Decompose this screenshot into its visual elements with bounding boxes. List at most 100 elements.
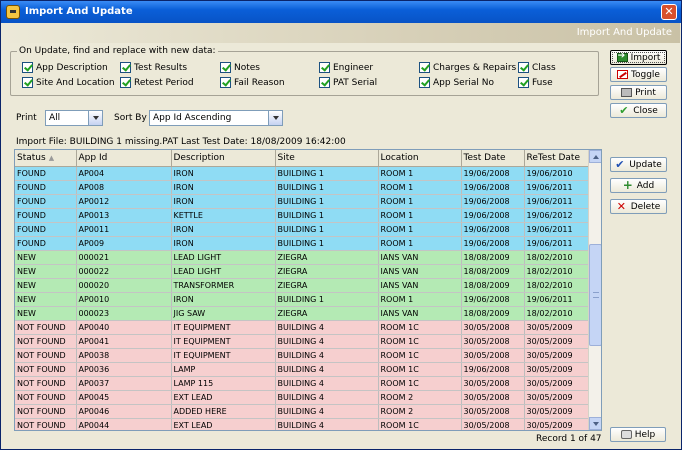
cell-test-date[interactable]: 30/05/2008 [461,418,525,430]
cell-description[interactable]: IT EQUIPMENT [171,334,276,349]
cell-test-date[interactable]: 19/06/2008 [461,208,525,223]
cell-site[interactable]: BUILDING 4 [275,390,379,405]
cell-retest-date[interactable]: 19/06/2012 [524,208,590,223]
cell-retest-date[interactable]: 18/02/2010 [524,278,590,293]
column-header-status[interactable]: Status ▲ [15,150,77,167]
cell-location[interactable]: ROOM 1 [378,208,462,223]
cell-site[interactable]: BUILDING 4 [275,418,379,430]
checkbox-checked-icon[interactable] [220,77,231,88]
cell-description[interactable]: LEAD LIGHT [171,250,276,265]
cell-retest-date[interactable]: 19/06/2011 [524,222,590,237]
cell-app-id[interactable]: AP004 [76,166,172,181]
cell-location[interactable]: IANS VAN [378,278,462,293]
cell-app-id[interactable]: AP0045 [76,390,172,405]
cell-test-date[interactable]: 30/05/2008 [461,376,525,391]
column-header-app-id[interactable]: App Id [76,150,172,167]
cell-test-date[interactable]: 19/06/2008 [461,194,525,209]
cell-site[interactable]: BUILDING 1 [275,292,379,307]
cell-description[interactable]: TRANSFORMER [171,278,276,293]
chevron-down-icon[interactable] [268,111,282,125]
cell-description[interactable]: LEAD LIGHT [171,264,276,279]
cell-location[interactable]: IANS VAN [378,250,462,265]
cell-description[interactable]: ADDED HERE [171,404,276,419]
cell-status[interactable]: NEW [15,250,77,265]
scroll-down-button[interactable] [589,417,601,430]
cell-status[interactable]: NEW [15,292,77,307]
cell-status[interactable]: NOT FOUND [15,404,77,419]
cell-location[interactable]: ROOM 2 [378,390,462,405]
cell-site[interactable]: ZIEGRA [275,306,379,321]
table-row[interactable]: FOUND AP0013 KETTLE BUILDING 1 ROOM 1 19/06/2… [15,208,590,223]
cell-description[interactable]: IRON [171,292,276,307]
checkbox-retest-period[interactable]: Retest Period [120,77,194,88]
cell-location[interactable]: ROOM 1 [378,166,462,181]
cell-retest-date[interactable]: 30/05/2009 [524,376,590,391]
cell-location[interactable]: IANS VAN [378,306,462,321]
checkbox-fuse[interactable]: Fuse [518,77,553,88]
cell-app-id[interactable]: AP0041 [76,334,172,349]
table-row[interactable]: NOT FOUND AP0038 IT EQUIPMENT BUILDING 4 ROO… [15,348,590,363]
cell-description[interactable]: KETTLE [171,208,276,223]
table-row[interactable]: NEW 000023 JIG SAW ZIEGRA IANS VAN 18/08/2009… [15,306,590,321]
cell-site[interactable]: ZIEGRA [275,264,379,279]
cell-test-date[interactable]: 19/06/2008 [461,180,525,195]
checkbox-checked-icon[interactable] [120,62,131,73]
cell-description[interactable]: LAMP 115 [171,376,276,391]
cell-test-date[interactable]: 18/08/2009 [461,250,525,265]
table-row[interactable]: FOUND AP008 IRON BUILDING 1 ROOM 1 19/06/2008… [15,180,590,195]
cell-app-id[interactable]: AP0011 [76,222,172,237]
cell-test-date[interactable]: 19/06/2008 [461,236,525,251]
cell-test-date[interactable]: 19/06/2008 [461,222,525,237]
cell-retest-date[interactable]: 30/05/2009 [524,348,590,363]
cell-site[interactable]: BUILDING 4 [275,334,379,349]
cell-description[interactable]: IRON [171,222,276,237]
scrollbar-thumb[interactable] [589,244,601,346]
cell-status[interactable]: FOUND [15,208,77,223]
cell-test-date[interactable]: 18/08/2009 [461,306,525,321]
table-row[interactable]: NEW 000021 LEAD LIGHT ZIEGRA IANS VAN 18/08/2… [15,250,590,265]
cell-status[interactable]: NOT FOUND [15,418,77,430]
table-row[interactable]: NOT FOUND AP0037 LAMP 115 BUILDING 4 ROOM 1C… [15,376,590,391]
table-row[interactable]: NOT FOUND AP0045 EXT LEAD BUILDING 4 ROOM 23… [15,390,590,405]
checkbox-charges-repairs[interactable]: Charges & Repairs [419,62,516,73]
cell-status[interactable]: NOT FOUND [15,390,77,405]
cell-location[interactable]: ROOM 1 [378,180,462,195]
cell-site[interactable]: BUILDING 1 [275,194,379,209]
cell-location[interactable]: ROOM 2 [378,404,462,419]
table-row[interactable]: NOT FOUND AP0044 EXT LEAD BUILDING 4 ROOM 1C… [15,418,590,430]
chevron-down-icon[interactable] [88,111,102,125]
cell-site[interactable]: BUILDING 1 [275,222,379,237]
cell-app-id[interactable]: 000020 [76,278,172,293]
cell-location[interactable]: IANS VAN [378,264,462,279]
cell-test-date[interactable]: 30/05/2008 [461,334,525,349]
cell-retest-date[interactable]: 19/06/2011 [524,292,590,307]
cell-description[interactable]: IRON [171,166,276,181]
cell-site[interactable]: BUILDING 1 [275,236,379,251]
checkbox-checked-icon[interactable] [319,62,330,73]
cell-app-id[interactable]: AP0038 [76,348,172,363]
appliance-grid[interactable]: Status ▲ App Id Description Site Location Test… [14,149,602,431]
cell-app-id[interactable]: 000023 [76,306,172,321]
update-button[interactable]: ✔ Update [610,157,667,172]
sort-by-select[interactable]: App Id Ascending [149,110,283,126]
cell-test-date[interactable]: 30/05/2008 [461,390,525,405]
cell-site[interactable]: BUILDING 1 [275,180,379,195]
cell-description[interactable]: JIG SAW [171,306,276,321]
checkbox-checked-icon[interactable] [220,62,231,73]
table-row[interactable]: NEW 000022 LEAD LIGHT ZIEGRA IANS VAN 18/08/2… [15,264,590,279]
vertical-scrollbar[interactable] [588,150,601,430]
toggle-button[interactable]: Toggle [610,67,667,82]
cell-app-id[interactable]: 000021 [76,250,172,265]
cell-location[interactable]: ROOM 1 [378,236,462,251]
cell-status[interactable]: NEW [15,264,77,279]
cell-site[interactable]: BUILDING 1 [275,166,379,181]
checkbox-app-serial-no[interactable]: App Serial No [419,77,494,88]
cell-test-date[interactable]: 30/05/2008 [461,404,525,419]
cell-test-date[interactable]: 30/05/2008 [461,348,525,363]
cell-description[interactable]: IRON [171,180,276,195]
print-filter-select[interactable]: All [45,110,103,126]
cell-status[interactable]: NOT FOUND [15,348,77,363]
cell-retest-date[interactable]: 30/05/2009 [524,320,590,335]
table-row[interactable]: NOT FOUND AP0046 ADDED HERE BUILDING 4 ROOM … [15,404,590,419]
cell-retest-date[interactable]: 30/05/2009 [524,362,590,377]
